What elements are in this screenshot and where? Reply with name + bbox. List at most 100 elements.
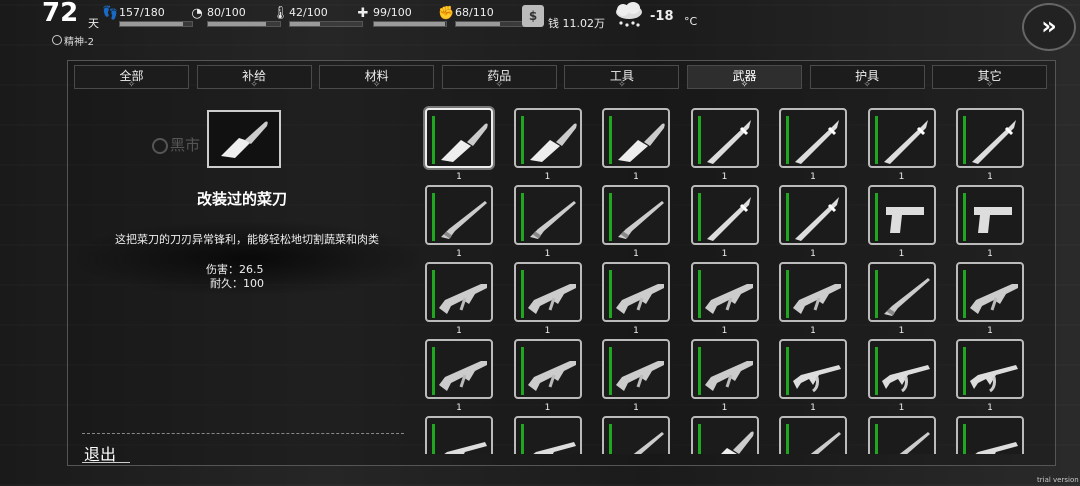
inventory-slot[interactable] xyxy=(954,414,1026,454)
slot-frame xyxy=(956,339,1024,399)
tab-all[interactable]: 全部 ✧ xyxy=(74,65,189,90)
slot-frame xyxy=(956,262,1024,322)
inventory-slot[interactable]: 1 xyxy=(600,337,672,413)
inventory-slot[interactable] xyxy=(689,414,761,454)
trial-watermark: trial version xyxy=(1037,476,1079,484)
item-count: 1 xyxy=(456,326,462,336)
slot-frame xyxy=(867,185,936,245)
tab-medicine[interactable]: 药品 ✧ xyxy=(441,65,557,90)
rifle-icon xyxy=(527,361,576,391)
tab-supplies[interactable]: 补给 ✧ xyxy=(196,65,312,90)
slot-frame xyxy=(690,185,759,245)
inventory-slot[interactable]: 1 xyxy=(954,337,1026,413)
ak-icon xyxy=(532,442,576,454)
slot-frame xyxy=(779,185,847,245)
inventory-slot[interactable]: 1 xyxy=(423,183,495,259)
inventory-slot[interactable]: 1 xyxy=(423,337,495,413)
item-count: 1 xyxy=(810,249,816,259)
tab-other[interactable]: 其它 ✧ xyxy=(932,65,1048,90)
shotgun-icon xyxy=(810,432,841,454)
stat-value: 68/110 xyxy=(455,6,494,19)
tab-materials[interactable]: 材料 ✧ xyxy=(319,65,435,90)
inventory-slot[interactable] xyxy=(423,414,495,454)
inventory-slot[interactable]: 1 xyxy=(600,183,672,259)
tab-star-icon: ✧ xyxy=(495,80,504,90)
divider xyxy=(82,433,404,434)
slot-frame xyxy=(513,416,582,454)
temperature-unit: °C xyxy=(684,15,698,28)
cleaver-icon xyxy=(441,123,488,162)
slot-frame xyxy=(513,262,582,322)
inventory-slot[interactable]: 1 xyxy=(512,106,584,182)
inventory-slot[interactable]: 1 xyxy=(777,106,849,182)
slot-frame xyxy=(779,416,847,454)
slot-frame xyxy=(425,416,493,454)
inventory-slot[interactable]: 1 xyxy=(866,106,938,182)
slot-frame xyxy=(513,108,582,168)
inventory-slot[interactable] xyxy=(866,414,938,454)
footprints-icon: 👣 xyxy=(102,6,119,21)
slot-frame xyxy=(602,262,670,322)
inventory-slot[interactable]: 1 xyxy=(512,183,584,259)
item-count: 1 xyxy=(633,326,639,336)
ak-icon xyxy=(444,442,487,454)
inventory-slot[interactable]: 1 xyxy=(600,260,672,336)
item-count: 1 xyxy=(544,403,551,413)
tab-tools[interactable]: 工具 ✧ xyxy=(564,65,680,90)
inventory-slot[interactable]: 1 xyxy=(954,183,1026,259)
inventory-slot[interactable]: 1 xyxy=(600,106,672,182)
inventory-slot[interactable]: 1 xyxy=(689,337,761,413)
snow-cloud-icon xyxy=(616,2,642,27)
inventory-slot[interactable]: 1 xyxy=(866,260,938,336)
inventory-slot[interactable]: 1 xyxy=(954,260,1026,336)
sword-icon xyxy=(883,120,928,164)
item-count: 1 xyxy=(544,172,551,182)
rifle-icon xyxy=(616,361,664,391)
inventory-slot[interactable]: 1 xyxy=(512,260,584,336)
inventory-slot[interactable]: 1 xyxy=(689,106,761,182)
ak-icon xyxy=(793,365,841,393)
shotgun-icon xyxy=(529,201,576,239)
inventory-slot[interactable]: 1 xyxy=(777,183,849,259)
inventory-slot[interactable]: 1 xyxy=(954,106,1026,182)
inventory-slot[interactable]: 1 xyxy=(423,106,495,182)
slot-frame xyxy=(602,185,670,245)
inventory-slot[interactable]: 1 xyxy=(423,260,495,336)
item-count: 1 xyxy=(987,172,993,182)
inventory-slot[interactable] xyxy=(777,414,849,454)
inventory-slot[interactable]: 1 xyxy=(689,183,761,259)
slot-frame xyxy=(956,185,1024,245)
stat-value: 157/180 xyxy=(119,6,165,19)
inventory-slot[interactable]: 1 xyxy=(689,260,761,336)
next-day-button[interactable]: » xyxy=(1022,3,1076,51)
status-hud: 72 天 👣 157/180 ◔ 80/100 🌡 42/100 ✚ 99/100 ✊ 68/11… xyxy=(0,0,1080,51)
stat-value: 99/100 xyxy=(373,6,412,19)
rifle-icon xyxy=(793,284,841,314)
stat-bar-fill xyxy=(290,22,321,26)
tab-weapons[interactable]: 武器 ✧ xyxy=(687,65,802,90)
selected-item-description: 这把菜刀的刀刃异常锋利，能够轻松地切割蔬菜和肉类 xyxy=(115,233,379,246)
tab-armor[interactable]: 护具 ✧ xyxy=(809,65,925,90)
inventory-slot[interactable]: 1 xyxy=(866,183,938,259)
inventory-slot[interactable]: 1 xyxy=(777,337,849,413)
item-count: 1 xyxy=(810,326,816,336)
slot-frame xyxy=(513,339,582,399)
item-count: 1 xyxy=(810,172,816,182)
inventory-slot[interactable] xyxy=(512,414,584,454)
rifle-icon xyxy=(439,361,487,391)
inventory-slot[interactable]: 1 xyxy=(866,337,938,413)
inventory-slot[interactable] xyxy=(600,414,672,454)
health-cross-icon: ✚ xyxy=(357,6,369,21)
stat-bar xyxy=(455,21,529,27)
inventory-slot[interactable]: 1 xyxy=(512,337,584,413)
day-unit-label: 天 xyxy=(88,17,99,30)
pistol-icon xyxy=(885,207,924,233)
stat-bar-fill xyxy=(208,22,266,26)
slot-frame xyxy=(602,339,670,399)
inventory-slot[interactable]: 1 xyxy=(777,260,849,336)
rifle-icon xyxy=(439,284,487,314)
item-count: 1 xyxy=(456,403,462,413)
tab-star-icon: ✧ xyxy=(250,80,258,90)
tab-star-icon: ✧ xyxy=(127,80,136,90)
stat-bar-fill xyxy=(374,22,446,26)
